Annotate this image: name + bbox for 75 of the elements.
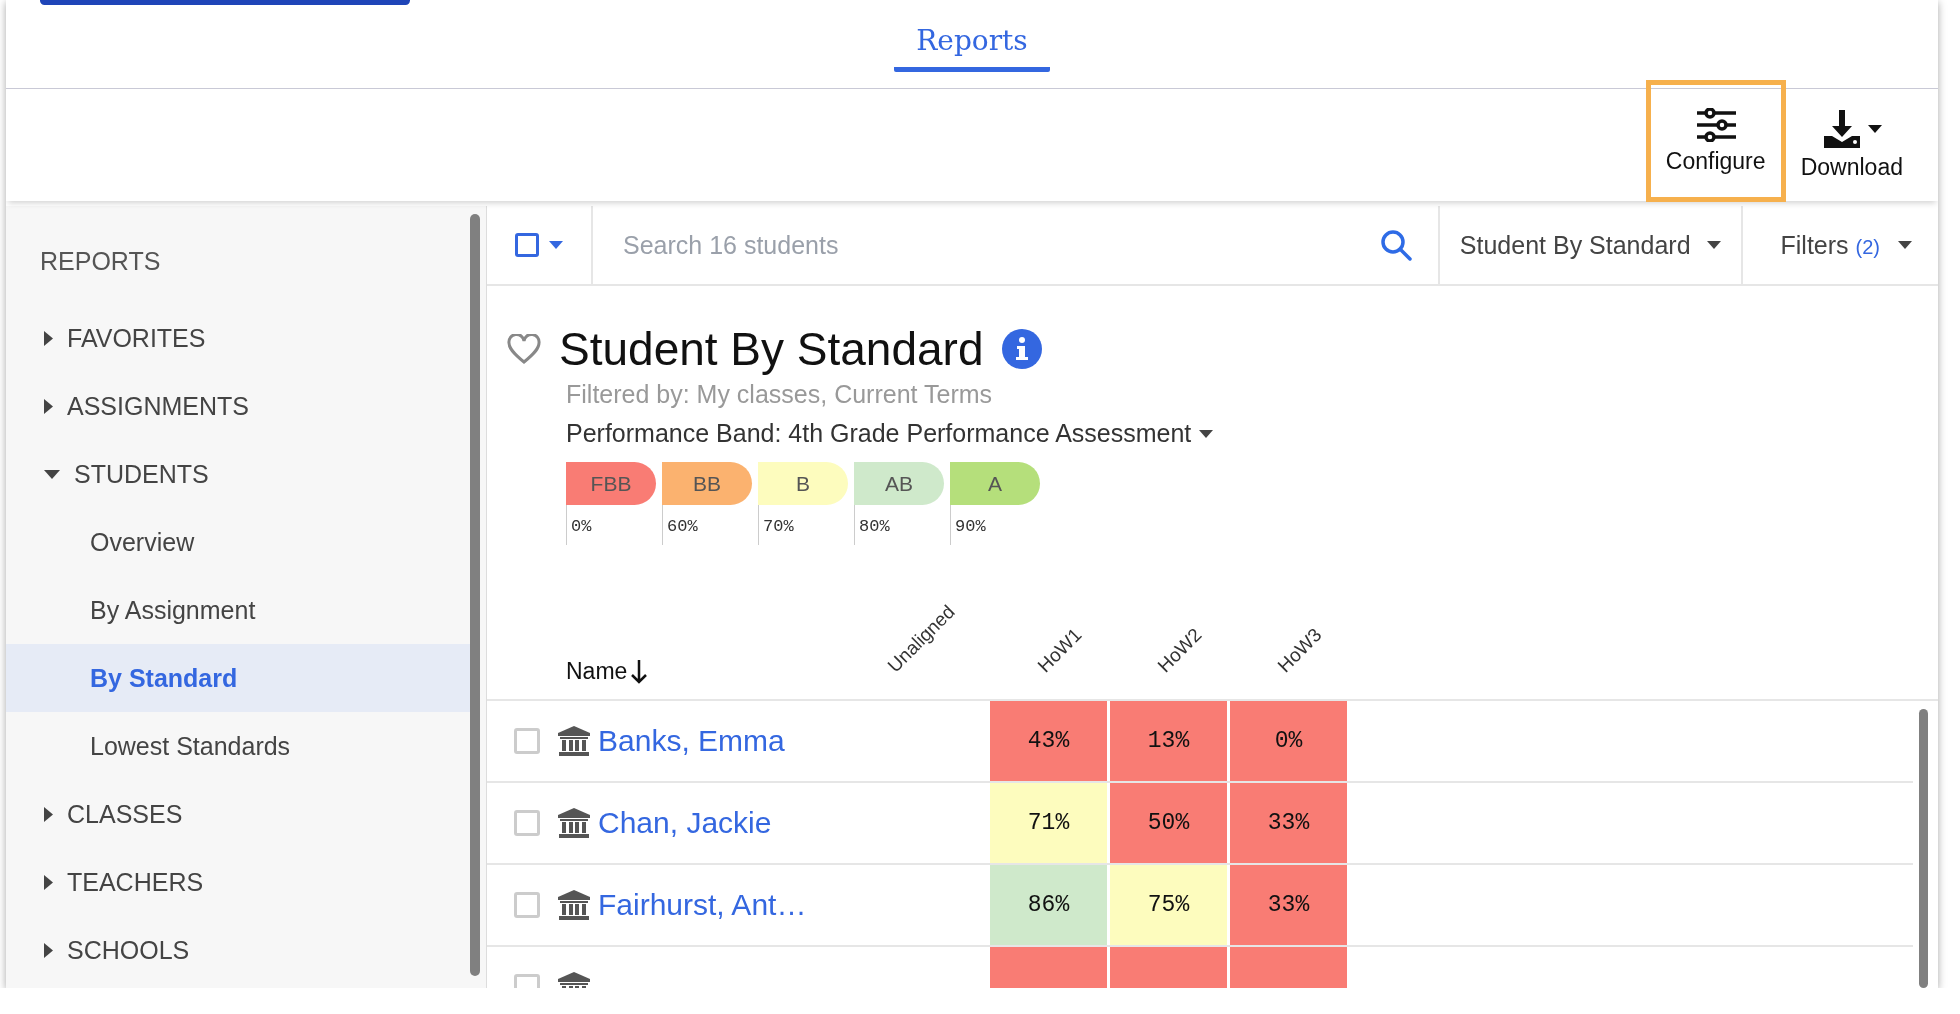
sidebar-item[interactable]: ASSIGNMENTS <box>6 372 470 440</box>
caret-icon <box>1898 241 1912 249</box>
band-threshold: 60% <box>662 505 752 545</box>
select-all-checkbox[interactable] <box>515 233 539 257</box>
score-cell: 75% <box>1110 865 1227 945</box>
score-cell: 71% <box>990 783 1107 863</box>
scrollbar[interactable] <box>470 214 480 976</box>
row-checkbox[interactable] <box>514 892 540 918</box>
sidebar-subitem[interactable]: By Standard <box>6 644 470 712</box>
search-icon[interactable] <box>1379 229 1412 261</box>
score-cell: 33% <box>1230 865 1347 945</box>
bank-icon <box>558 726 590 756</box>
bank-icon <box>558 890 590 920</box>
filters-dropdown[interactable]: Filters (2) <box>1742 206 1938 284</box>
sidebar-item[interactable]: CLASSES <box>6 780 470 848</box>
download-icon <box>1821 109 1862 148</box>
sort-descending-icon[interactable] <box>631 659 648 684</box>
caret-right-icon <box>44 398 53 414</box>
sidebar-item-label: CLASSES <box>67 799 183 829</box>
score-cell: 33% <box>1230 783 1347 863</box>
sidebar-item-label: TEACHERS <box>67 867 204 897</box>
band-chip: B <box>758 462 848 505</box>
band-chip: AB <box>854 462 944 505</box>
caret-right-icon <box>44 330 53 346</box>
band-threshold: 80% <box>854 505 944 545</box>
download-button[interactable]: Download <box>1785 89 1918 201</box>
caret-icon <box>1199 429 1214 438</box>
sidebar-item[interactable]: TEACHERS <box>6 848 470 916</box>
configure-button[interactable]: Configure <box>1645 80 1786 202</box>
caret-icon <box>1706 241 1721 249</box>
sidebar-item-label: SCHOOLS <box>67 935 190 965</box>
performance-band-label[interactable]: Performance Band: 4th Grade Performance Assessment <box>566 419 1192 448</box>
band-threshold: 0% <box>566 505 656 545</box>
caret-right-icon <box>44 874 53 890</box>
sidebar-item[interactable]: FAVORITES <box>6 304 470 372</box>
score-cell: 43% <box>990 701 1107 781</box>
score-cell: 50% <box>1110 783 1227 863</box>
name-column-header[interactable]: Name <box>566 658 648 685</box>
student-name-link[interactable]: Chan, Jackie <box>598 806 772 840</box>
sidebar-subitem[interactable]: Overview <box>6 508 470 576</box>
score-cell: 86% <box>990 865 1107 945</box>
band-threshold: 70% <box>758 505 848 545</box>
student-name-link[interactable]: Fairhurst, Ant… <box>598 888 807 922</box>
search-field[interactable]: Search 16 students <box>623 230 1380 260</box>
sidebar-item-label: STUDENTS <box>74 459 209 489</box>
row-checkbox[interactable] <box>514 810 540 836</box>
caret-right-icon <box>44 806 53 822</box>
band-chip: A <box>950 462 1040 505</box>
band-chip: FBB <box>566 462 656 505</box>
sliders-icon <box>1695 107 1736 142</box>
caret-icon <box>1867 124 1882 133</box>
score-cell: 13% <box>1110 701 1227 781</box>
sidebar-item-label: ASSIGNMENTS <box>67 391 249 421</box>
caret-right-icon <box>44 942 53 958</box>
band-chip: BB <box>662 462 752 505</box>
sidebar-item-label: FAVORITES <box>67 323 206 353</box>
sidebar-item[interactable]: SCHOOLS <box>6 916 470 984</box>
info-icon[interactable] <box>1001 329 1042 369</box>
filter-summary: Filtered by: My classes, Current Terms <box>566 380 994 409</box>
band-threshold: 90% <box>950 505 1040 545</box>
scrollbar[interactable] <box>1919 709 1928 988</box>
row-checkbox[interactable] <box>514 728 540 754</box>
student-name-link[interactable]: Banks, Emma <box>598 724 785 758</box>
sidebar-subitem[interactable]: By Assignment <box>6 576 470 644</box>
caret-icon <box>549 241 563 249</box>
reports-tab[interactable]: Reports <box>894 24 1050 72</box>
caret-down-icon <box>44 469 60 479</box>
sidebar-heading: REPORTS <box>39 246 162 277</box>
report-view-dropdown[interactable]: Student By Standard <box>1439 206 1743 284</box>
sidebar-subitem[interactable]: Lowest Standards <box>6 712 470 780</box>
report-title: Student By Standard <box>559 322 984 376</box>
bank-icon <box>558 808 590 838</box>
heart-icon[interactable] <box>507 334 541 364</box>
sidebar-item[interactable]: STUDENTS <box>6 440 470 508</box>
score-cell: 0% <box>1230 701 1347 781</box>
